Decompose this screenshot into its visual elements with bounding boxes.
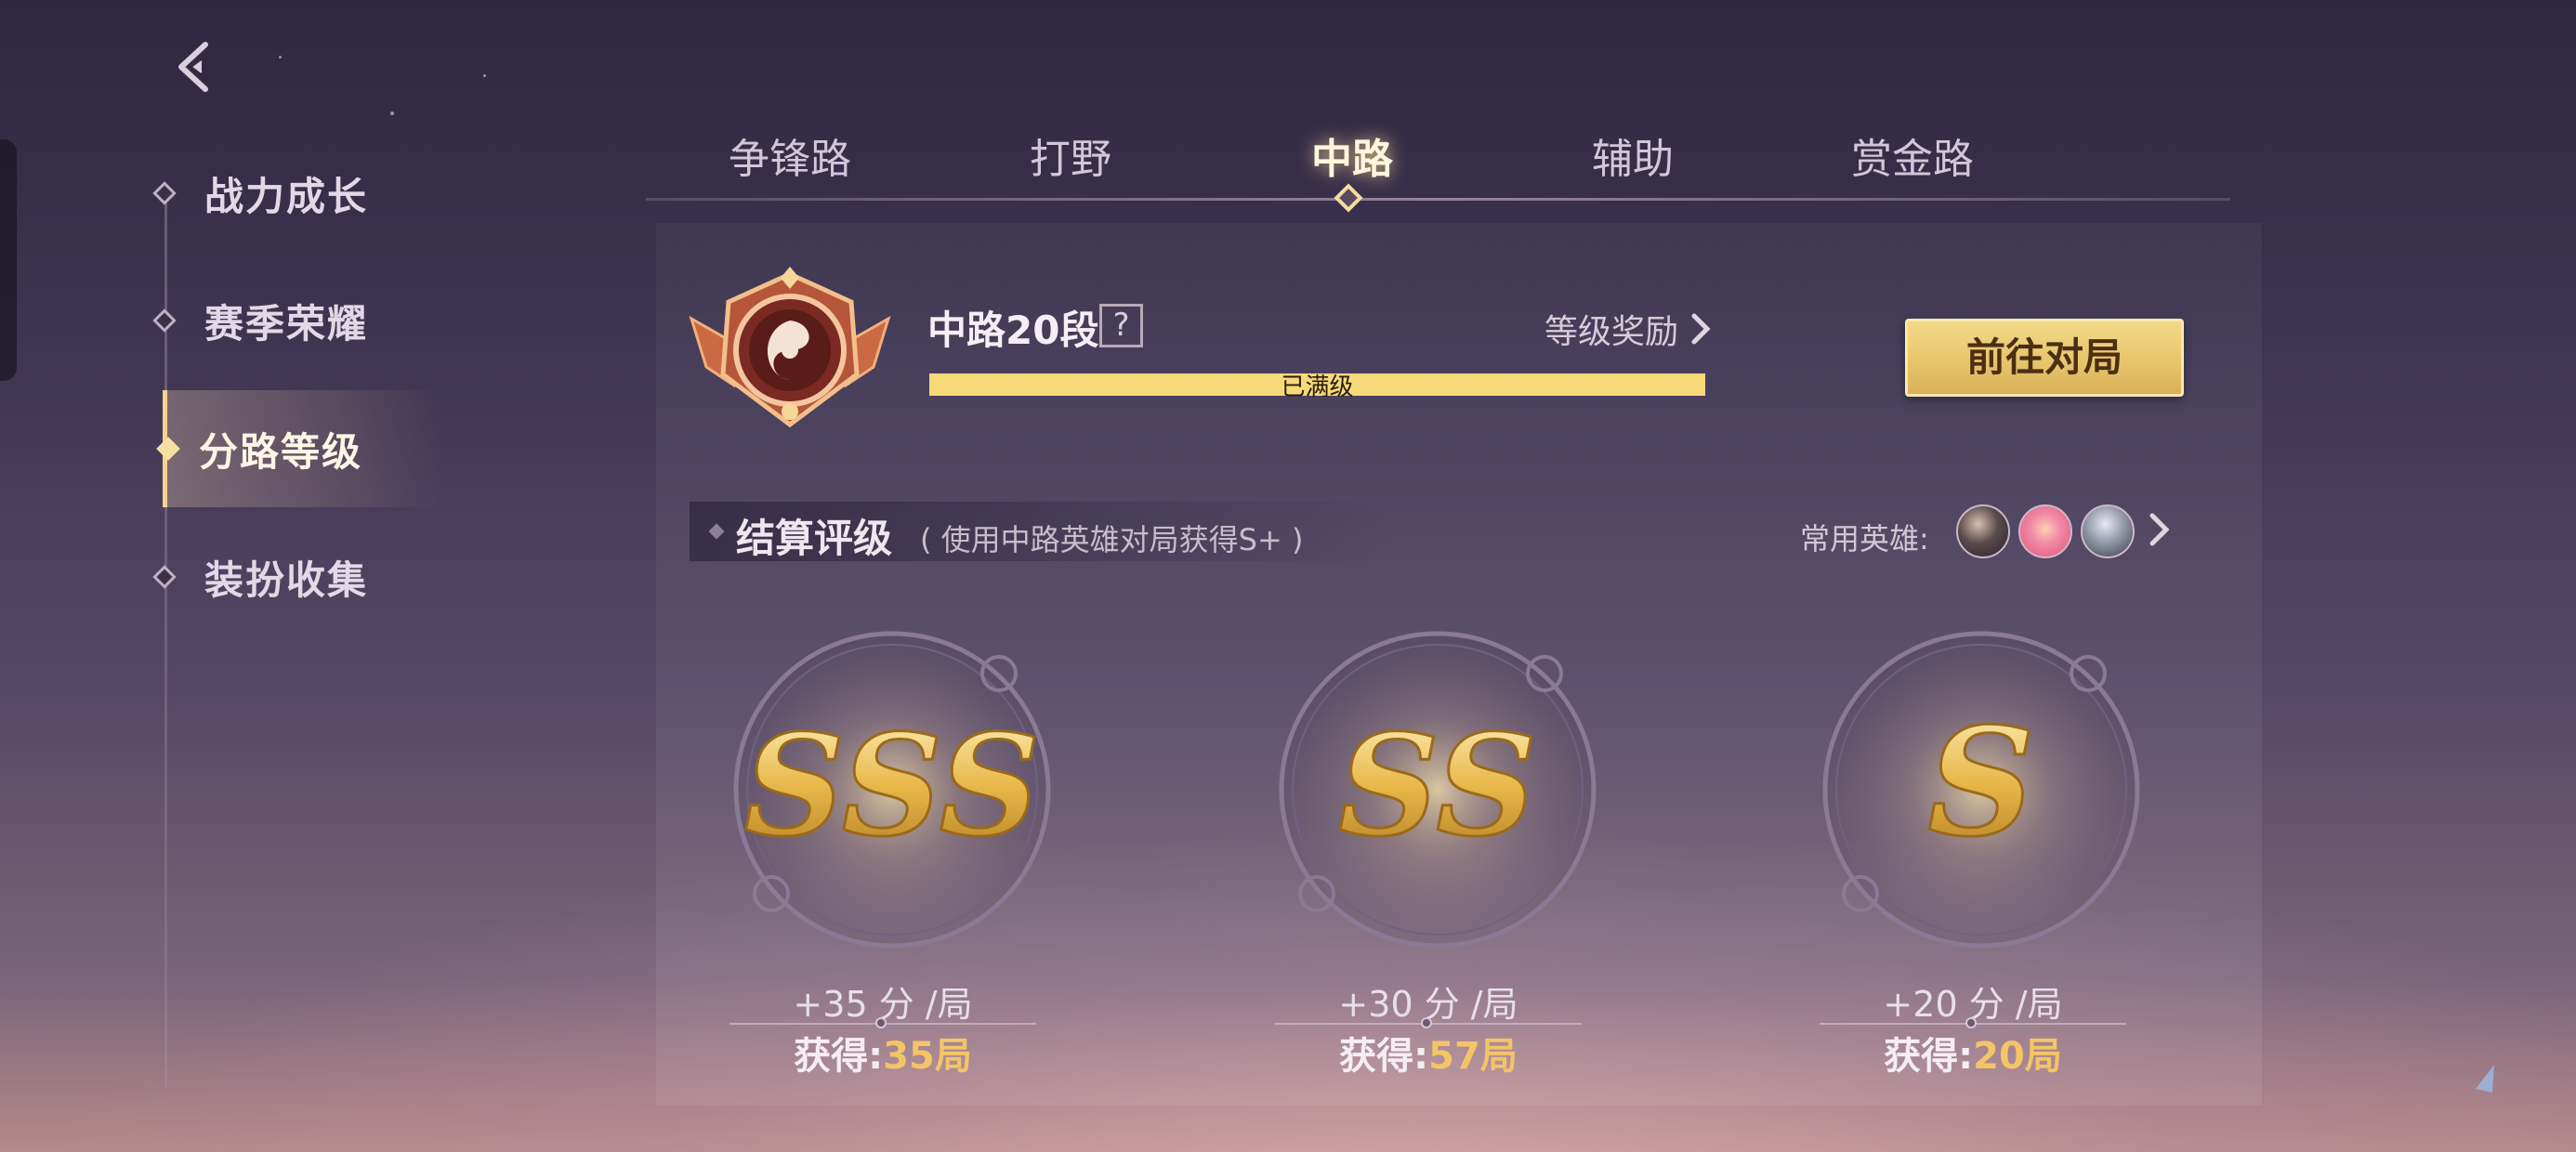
corner-arrow-icon — [2472, 1063, 2500, 1098]
nav-item-label: 战力成长 — [204, 173, 369, 219]
grade-letter: SS — [1338, 704, 1536, 868]
nav-item-label: 赛季荣耀 — [204, 300, 369, 347]
tab-support[interactable]: 辅助 — [1531, 125, 1735, 190]
common-heroes-label: 常用英雄: — [1800, 521, 1929, 556]
hero-avatar[interactable] — [2081, 504, 2135, 558]
nav-item-label: 装扮收集 — [204, 556, 369, 603]
chevron-right-icon — [2149, 513, 2170, 546]
settlement-subtitle: ( 使用中路英雄对局获得S+ ) — [920, 522, 1304, 557]
diamond-icon — [156, 437, 180, 461]
grade-divider — [1820, 1017, 2126, 1028]
earned-count: 20局 — [1973, 1035, 2062, 1078]
back-button[interactable] — [165, 39, 221, 95]
grade-letter: S — [1927, 695, 2035, 870]
sparkle — [390, 111, 394, 115]
grade-letter: SSS — [744, 704, 1040, 868]
question-icon[interactable]: ? — [1099, 304, 1143, 347]
nav-item-season-glory[interactable]: 赛季荣耀 — [149, 269, 446, 372]
sparkle — [483, 74, 486, 77]
rank-progress-text: 已满级 — [1281, 373, 1354, 401]
level-reward-link[interactable]: 等级奖励 — [1544, 305, 1712, 353]
go-to-match-button[interactable]: 前往对局 — [1905, 319, 2184, 397]
diamond-icon — [152, 565, 177, 589]
nav-item-lane-level[interactable]: 分路等级 — [156, 390, 441, 507]
rank-title: 中路20段 — [927, 308, 1099, 353]
chevron-right-icon — [1691, 313, 1711, 345]
grade-earned: 获得:57局 — [1275, 1026, 1582, 1080]
grade-earned: 获得:35局 — [729, 1026, 1036, 1080]
earned-label: 获得: — [794, 1035, 884, 1078]
grade-emblem-s: S — [1814, 622, 2149, 957]
level-reward-label: 等级奖励 — [1544, 313, 1679, 351]
grade-emblem-ss: SS — [1270, 622, 1605, 957]
hero-avatar[interactable] — [2018, 504, 2072, 558]
settlement-title: 结算评级 — [736, 516, 893, 561]
sparkle — [279, 56, 282, 59]
grade-earned: 获得:20局 — [1820, 1026, 2126, 1080]
screen-edge-bar — [0, 139, 17, 381]
grade-divider — [729, 1017, 1036, 1028]
hero-avatar[interactable] — [1956, 504, 2010, 558]
earned-label: 获得: — [1339, 1035, 1429, 1078]
tab-clash-lane[interactable]: 争锋路 — [688, 125, 892, 190]
grade-divider — [1275, 1017, 1582, 1028]
earned-count: 57局 — [1428, 1035, 1518, 1078]
earned-count: 35局 — [883, 1035, 972, 1078]
tab-mid-lane[interactable]: 中路 — [1250, 125, 1454, 190]
nav-item-label: 分路等级 — [199, 428, 363, 475]
mid-lane-rank-badge — [688, 265, 892, 432]
tabs-divider — [646, 198, 2230, 201]
grade-emblem-sss: SSS — [725, 622, 1059, 957]
diamond-icon — [152, 181, 177, 205]
back-chevron-icon — [178, 42, 208, 92]
tab-farm-lane[interactable]: 赏金路 — [1810, 125, 2015, 190]
nav-item-outfit-collection[interactable]: 装扮收集 — [149, 526, 446, 628]
nav-item-combat-growth[interactable]: 战力成长 — [149, 142, 446, 244]
diamond-icon — [152, 308, 177, 333]
tab-jungle[interactable]: 打野 — [968, 125, 1173, 190]
heroes-more-button[interactable] — [2147, 511, 2171, 552]
earned-label: 获得: — [1884, 1035, 1974, 1078]
